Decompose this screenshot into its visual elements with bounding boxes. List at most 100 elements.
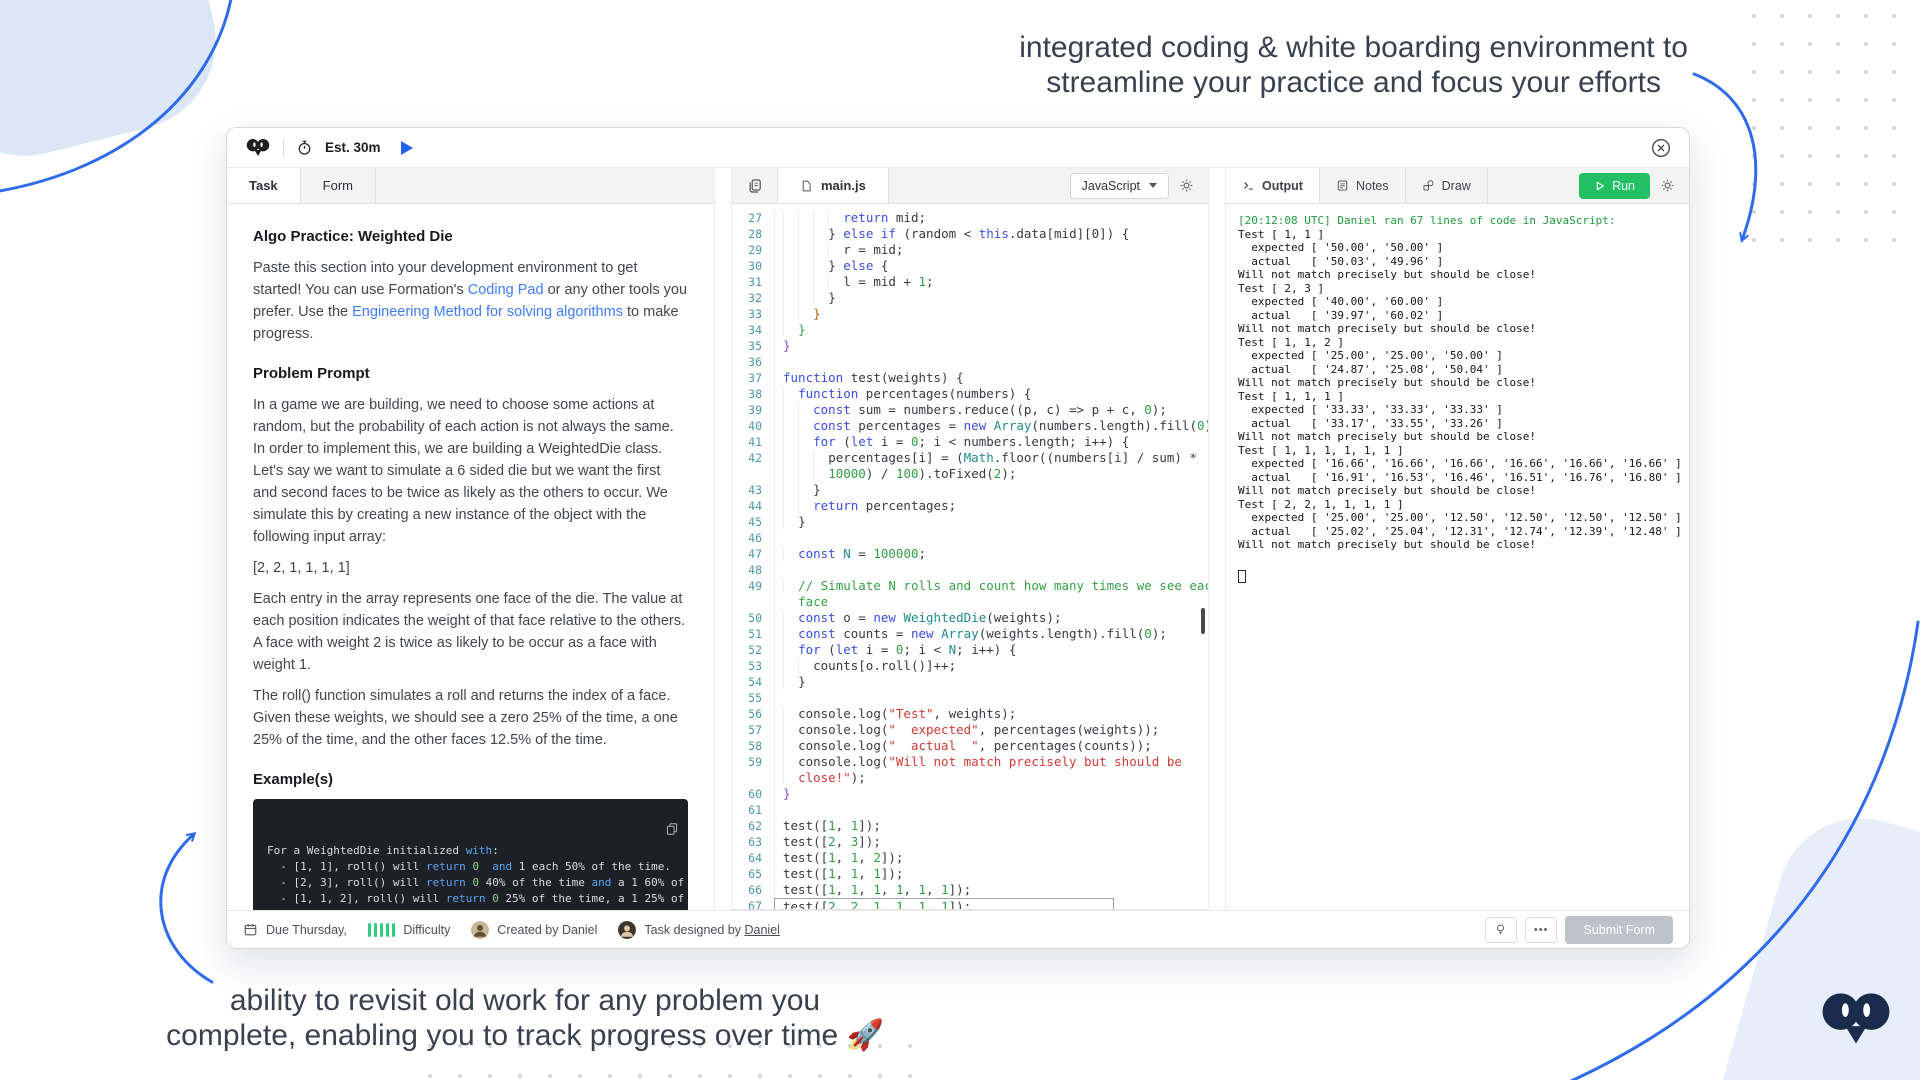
start-timer-button[interactable] <box>400 140 413 155</box>
code-line[interactable]: 49 // Simulate N rolls and count how man… <box>732 578 1208 594</box>
editor-settings-gear-icon[interactable] <box>1179 178 1194 193</box>
console-line: expected [ '50.00', '50.00' ] <box>1238 241 1444 254</box>
tab-label: Form <box>322 178 354 193</box>
code-line[interactable]: 64 test([1, 1, 2]); <box>732 850 1208 866</box>
console-line: expected [ '40.00', '60.00' ] <box>1238 295 1444 308</box>
designer-name-link[interactable]: Daniel <box>744 923 779 937</box>
console-line: Test [ 1, 1, 1 ] <box>1238 389 1344 403</box>
code-line[interactable]: 58 console.log(" actual ", percentages(c… <box>732 738 1208 754</box>
code-line[interactable]: 66 test([1, 1, 1, 1, 1, 1]); <box>732 882 1208 898</box>
tab-label: Output <box>1262 178 1303 193</box>
code-line[interactable]: 61 <box>732 802 1208 818</box>
hint-lightbulb-button[interactable] <box>1484 916 1517 943</box>
tab-mainjs[interactable]: main.js <box>778 168 889 203</box>
run-button[interactable]: Run <box>1579 172 1650 199</box>
code-line[interactable]: 36 <box>732 354 1208 370</box>
code-line[interactable]: 60} <box>732 786 1208 802</box>
code-line[interactable]: 29 r = mid; <box>732 242 1208 258</box>
editor-scrollbar-handle[interactable] <box>1201 608 1205 634</box>
file-tree-toggle[interactable] <box>732 168 778 203</box>
code-line[interactable]: 51 const counts = new Array(weights.leng… <box>732 626 1208 642</box>
console-line: actual [ '25.02', '25.04', '12.31', '12.… <box>1238 524 1682 538</box>
code-line[interactable]: 45 } <box>732 514 1208 530</box>
difficulty-bars <box>367 922 396 937</box>
code-line[interactable]: 31 l = mid + 1; <box>732 274 1208 290</box>
code-line[interactable]: 48 <box>732 562 1208 578</box>
task-intro: Paste this section into your development… <box>253 260 688 342</box>
code-line[interactable]: 54 } <box>732 674 1208 690</box>
code-line[interactable]: 40 const percentages = new Array(numbers… <box>732 418 1208 434</box>
code-line[interactable]: 37 function test(weights) { <box>732 370 1208 386</box>
console-line: Will not match precisely but should be c… <box>1238 484 1537 497</box>
code-line[interactable]: 63 test([2, 3]); <box>732 834 1208 850</box>
code-line[interactable]: 59 console.log("Will not match precisely… <box>732 754 1208 770</box>
console-line: Test [ 2, 3 ] <box>1238 281 1325 295</box>
code-line[interactable]: 62 test([1, 1]); <box>732 818 1208 834</box>
code-line[interactable]: 47 const N = 100000; <box>732 546 1208 562</box>
tab-output[interactable]: Output <box>1226 168 1320 203</box>
problem-paragraph: Each entry in the array represents one f… <box>253 591 686 673</box>
console-line: Test [ 1, 1 ] <box>1238 227 1325 241</box>
tab-draw[interactable]: Draw <box>1406 168 1488 203</box>
stopwatch-icon <box>296 139 313 156</box>
code-line[interactable]: 41 for (let i = 0; i < numbers.length; i… <box>732 434 1208 450</box>
tab-task[interactable]: Task <box>227 168 301 203</box>
copy-icon[interactable] <box>572 806 679 857</box>
close-icon[interactable] <box>1651 138 1671 158</box>
due-date-label: Due Thursday, <box>266 922 347 937</box>
code-line[interactable]: 55 <box>732 690 1208 706</box>
code-line[interactable]: 39 const sum = numbers.reduce((p, c) => … <box>732 402 1208 418</box>
footer-actions: ••• Submit Form <box>1484 915 1673 944</box>
shapes-icon <box>1422 179 1435 192</box>
code-editor-area[interactable]: 27 return mid; 28 } else if (random < thi… <box>732 204 1208 910</box>
code-line[interactable]: close!"); <box>732 770 1208 786</box>
tab-notes[interactable]: Notes <box>1320 168 1406 203</box>
code-line[interactable]: 67 test([2, 2, 1, 1, 1, 1]); <box>732 898 1208 909</box>
notes-icon <box>1336 179 1349 192</box>
code-line[interactable]: 56 console.log("Test", weights); <box>732 706 1208 722</box>
more-options-button[interactable]: ••• <box>1524 916 1558 943</box>
code-line[interactable]: 52 for (let i = 0; i < N; i++) { <box>732 642 1208 658</box>
code-line[interactable]: 38 function percentages(numbers) { <box>732 386 1208 402</box>
designed-by-label: Task designed by Daniel <box>644 922 780 937</box>
console-line: expected [ '25.00', '25.00', '12.50', '1… <box>1238 511 1682 524</box>
code-line[interactable]: 10000) / 100).toFixed(2); <box>732 466 1208 482</box>
divider <box>283 138 284 157</box>
code-line[interactable]: 34 } <box>732 322 1208 338</box>
console-output: [20:12:08 UTC] Daniel ran 67 lines of co… <box>1226 204 1689 910</box>
created-by-label: Created by Daniel <box>497 922 598 937</box>
code-line[interactable]: 50 const o = new WeightedDie(weights); <box>732 610 1208 626</box>
tab-form[interactable]: Form <box>301 168 377 203</box>
code-lines[interactable]: 27 return mid; 28 } else if (random < thi… <box>732 210 1208 909</box>
console-line: expected [ '25.00', '25.00', '50.00' ] <box>1238 349 1503 362</box>
code-line[interactable]: 46 <box>732 530 1208 546</box>
difficulty-group: Difficulty <box>367 922 450 937</box>
code-line[interactable]: 57 console.log(" expected", percentages(… <box>732 722 1208 738</box>
language-value: JavaScript <box>1081 178 1140 193</box>
console-line: [20:12:08 UTC] Daniel ran 67 lines of co… <box>1238 214 1616 227</box>
tab-label: Notes <box>1355 178 1389 193</box>
submit-form-button[interactable]: Submit Form <box>1565 915 1673 944</box>
code-line[interactable]: 35} <box>732 338 1208 354</box>
output-panel: Output Notes Draw Run [20:12:08 UTC] Dan… <box>1225 168 1689 910</box>
window-footer: Due Thursday, Difficulty Created by Dani… <box>227 910 1689 948</box>
code-line[interactable]: 27 return mid; <box>732 210 1208 226</box>
code-line[interactable]: 30 } else { <box>732 258 1208 274</box>
code-line[interactable]: 65 test([1, 1, 1]); <box>732 866 1208 882</box>
inline-link[interactable]: Coding Pad <box>468 282 544 298</box>
designer-avatar <box>618 920 637 939</box>
arrow-bottom-left <box>159 831 214 984</box>
run-label: Run <box>1612 178 1635 193</box>
inline-link[interactable]: Engineering Method for solving algorithm… <box>352 304 623 320</box>
output-header: Output Notes Draw Run <box>1226 168 1689 204</box>
code-line[interactable]: 33 } <box>732 306 1208 322</box>
code-line[interactable]: 42 percentages[i] = (Math.floor((numbers… <box>732 450 1208 466</box>
code-line[interactable]: 32 } <box>732 290 1208 306</box>
code-line[interactable]: 53 counts[o.roll()]++; <box>732 658 1208 674</box>
output-settings-gear-icon[interactable] <box>1660 178 1675 193</box>
code-line[interactable]: 43 } <box>732 482 1208 498</box>
language-select[interactable]: JavaScript <box>1069 172 1169 199</box>
code-line[interactable]: 44 return percentages; <box>732 498 1208 514</box>
code-line[interactable]: face <box>732 594 1208 610</box>
code-line[interactable]: 28 } else if (random < this.data[mid][0]… <box>732 226 1208 242</box>
